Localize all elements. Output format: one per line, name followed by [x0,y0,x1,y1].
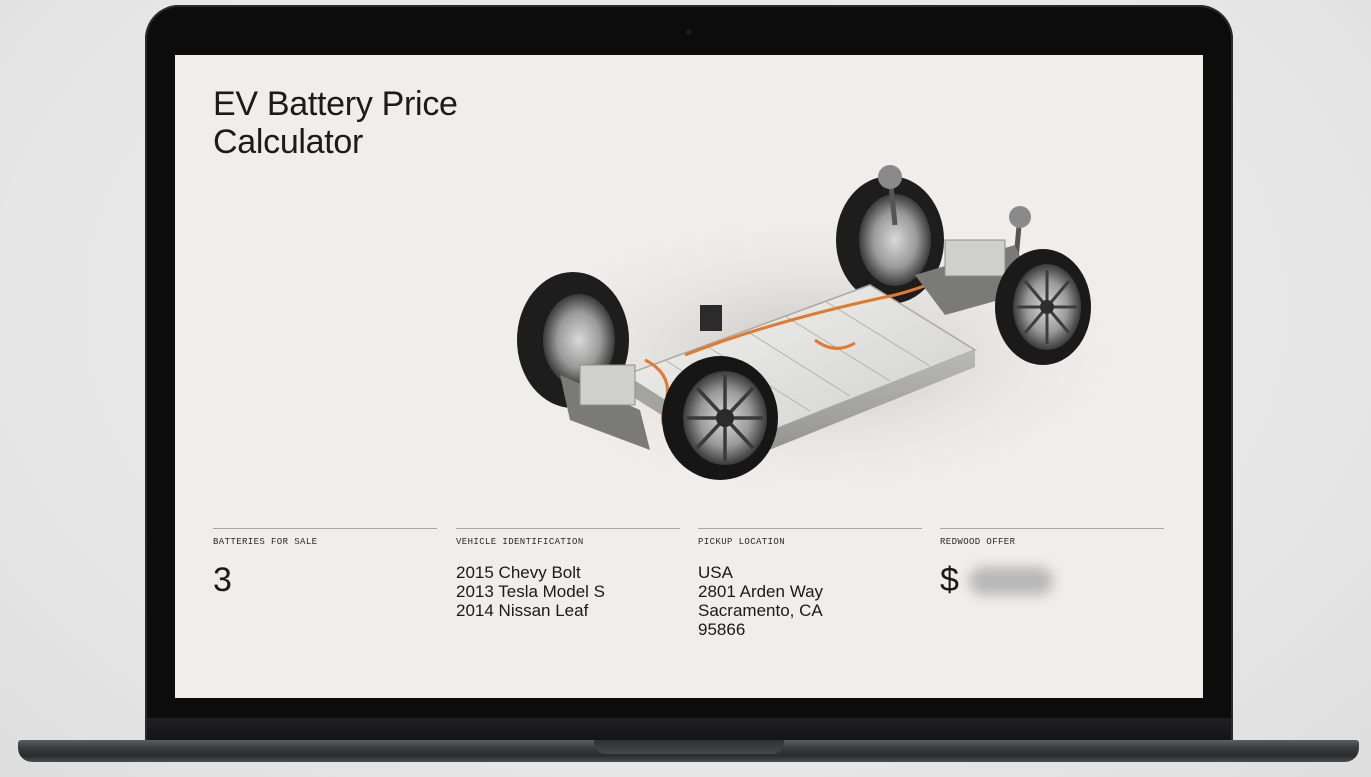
strut-top-rear-right [1009,206,1031,228]
pickup-street: 2801 Arden Way [698,582,824,601]
pickup-section: PICKUP LOCATION USA 2801 Arden Way Sacra… [698,528,922,639]
ev-chassis-image [485,165,1115,505]
screen: EV Battery Price Calculator BATTERIES FO… [175,55,1203,698]
batteries-count: 3 [213,561,232,599]
currency-symbol: $ [940,561,959,599]
wheel-front-near [662,356,778,480]
vehicle-item: 2015 Chevy Bolt [456,563,581,582]
pickup-zip: 95866 [698,620,746,639]
vehicle-section: VEHICLE IDENTIFICATION 2015 Chevy Bolt 2… [456,528,680,620]
camera-icon [686,29,692,35]
laptop-opening-notch [594,740,784,754]
pickup-address: USA 2801 Arden Way Sacramento, CA 95866 [698,563,922,639]
vehicle-item: 2013 Tesla Model S [456,582,606,601]
batteries-section: BATTERIES FOR SALE 3 [213,528,437,600]
vehicle-label: VEHICLE IDENTIFICATION [456,537,584,547]
pickup-country: USA [698,563,733,582]
batteries-label: BATTERIES FOR SALE [213,537,318,547]
pickup-label: PICKUP LOCATION [698,537,786,547]
offer-section: REDWOOD OFFER $ [940,528,1164,600]
vehicle-item: 2014 Nissan Leaf [456,601,589,620]
laptop-bezel-bottom [147,718,1231,740]
offer-value: $ [940,561,1164,600]
strut-top-rear-left [878,165,902,189]
offer-amount-blurred [968,566,1053,595]
offer-label: REDWOOD OFFER [940,537,1016,547]
wheel-rear-near [995,249,1091,365]
connector-box [700,305,722,331]
vehicle-list: 2015 Chevy Bolt 2013 Tesla Model S 2014 … [456,563,680,620]
scene: EV Battery Price Calculator BATTERIES FO… [0,0,1371,777]
pickup-city: Sacramento, CA [698,601,823,620]
